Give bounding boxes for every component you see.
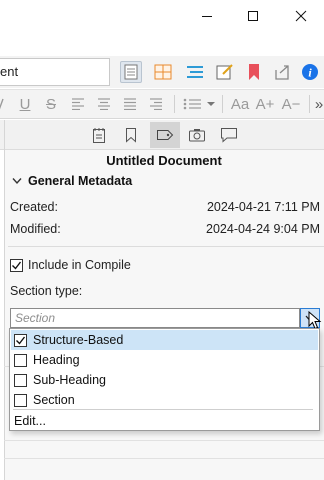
- format-divider: [222, 95, 223, 113]
- align-center-button[interactable]: [94, 93, 114, 115]
- align-justify-icon: [124, 98, 136, 110]
- option-label: Structure-Based: [33, 333, 124, 347]
- view-corkboard-button[interactable]: [152, 61, 174, 83]
- option-structure-based[interactable]: Structure-Based: [11, 330, 318, 350]
- option-checkbox: [14, 393, 27, 407]
- metadata-icon: [157, 130, 174, 140]
- info-button[interactable]: i: [299, 61, 321, 83]
- modified-label: Modified:: [10, 222, 61, 236]
- option-heading[interactable]: Heading: [11, 350, 318, 370]
- divider: [8, 246, 324, 247]
- created-value: 2024-04-21 7:11 PM: [206, 200, 320, 214]
- view-document-button[interactable]: [120, 61, 142, 83]
- quick-reference-icon: [216, 64, 233, 80]
- checkmark-icon: [16, 336, 26, 345]
- bookmark-button[interactable]: [243, 61, 265, 83]
- tab-snapshots[interactable]: [182, 122, 212, 148]
- created-label: Created:: [10, 200, 58, 214]
- option-label: Heading: [33, 353, 80, 367]
- snapshots-icon: [189, 129, 205, 142]
- list-button[interactable]: [180, 93, 218, 115]
- include-checkbox[interactable]: [10, 258, 23, 272]
- option-checkbox: [14, 373, 27, 387]
- font-size-down-button[interactable]: A−: [280, 93, 302, 115]
- chevron-down-icon: [12, 178, 22, 185]
- checkmark-icon: [12, 261, 22, 270]
- tab-notes[interactable]: [84, 122, 114, 148]
- menu-separator: [13, 409, 313, 410]
- general-metadata-header[interactable]: General Metadata: [12, 174, 132, 188]
- search-input[interactable]: ent: [0, 58, 110, 86]
- maximize-icon: [248, 11, 258, 21]
- notes-icon: [93, 128, 105, 143]
- more-format-button[interactable]: »: [314, 93, 324, 115]
- align-right-button[interactable]: [146, 93, 166, 115]
- edit-option[interactable]: Edit...: [11, 411, 318, 431]
- section-heading: General Metadata: [28, 174, 133, 188]
- maximize-button[interactable]: [230, 0, 276, 32]
- info-icon: i: [302, 64, 318, 80]
- align-right-icon: [150, 98, 162, 110]
- modified-value: 2024-04-24 9:04 PM: [206, 222, 320, 236]
- close-button[interactable]: [278, 0, 324, 32]
- document-title: Untitled Document: [106, 153, 222, 168]
- underline-button[interactable]: U: [16, 93, 34, 115]
- view-outliner-icon: [187, 66, 203, 78]
- italic-button[interactable]: [0, 93, 5, 115]
- bookmarks-icon: [126, 128, 136, 143]
- include-in-compile-row[interactable]: Include in Compile: [10, 258, 131, 272]
- option-checkbox: [14, 333, 27, 347]
- minimize-icon: [202, 16, 212, 17]
- edit-label: Edit...: [14, 414, 46, 428]
- view-outliner-button[interactable]: [184, 61, 206, 83]
- option-checkbox: [14, 353, 27, 367]
- section-type-select[interactable]: Section: [10, 308, 300, 328]
- align-justify-button[interactable]: [120, 93, 140, 115]
- font-size-up-button[interactable]: A+: [254, 93, 276, 115]
- tab-bookmarks[interactable]: [116, 122, 146, 148]
- quick-reference-button[interactable]: [214, 61, 236, 83]
- bookmark-icon: [249, 64, 259, 80]
- format-divider: [174, 95, 175, 113]
- panel-border: [4, 120, 5, 480]
- comments-icon: [221, 128, 237, 143]
- italic-icon: [0, 98, 4, 110]
- tab-comments[interactable]: [214, 122, 244, 148]
- font-case-button[interactable]: Aa: [228, 93, 252, 115]
- align-center-icon: [98, 98, 110, 110]
- align-left-button[interactable]: [68, 93, 88, 115]
- align-left-icon: [72, 98, 84, 110]
- option-label: Sub-Heading: [33, 373, 106, 387]
- format-divider: [309, 95, 310, 113]
- view-document-icon: [124, 64, 138, 80]
- minimize-button[interactable]: [184, 0, 230, 32]
- strikethrough-button[interactable]: S: [42, 93, 60, 115]
- share-button[interactable]: [271, 61, 293, 83]
- option-sub-heading[interactable]: Sub-Heading: [11, 370, 318, 390]
- divider: [4, 458, 324, 459]
- option-section[interactable]: Section: [11, 390, 318, 410]
- share-icon: [275, 65, 289, 80]
- section-type-dropdown: Structure-Based Heading Sub-Heading Sect…: [9, 328, 320, 431]
- close-icon: [295, 10, 307, 22]
- divider: [4, 440, 324, 441]
- tab-metadata[interactable]: [150, 122, 180, 148]
- list-icon: [183, 98, 215, 110]
- include-label: Include in Compile: [28, 258, 131, 272]
- section-type-label: Section type:: [10, 284, 83, 298]
- view-corkboard-icon: [154, 64, 172, 80]
- option-label: Section: [33, 393, 75, 407]
